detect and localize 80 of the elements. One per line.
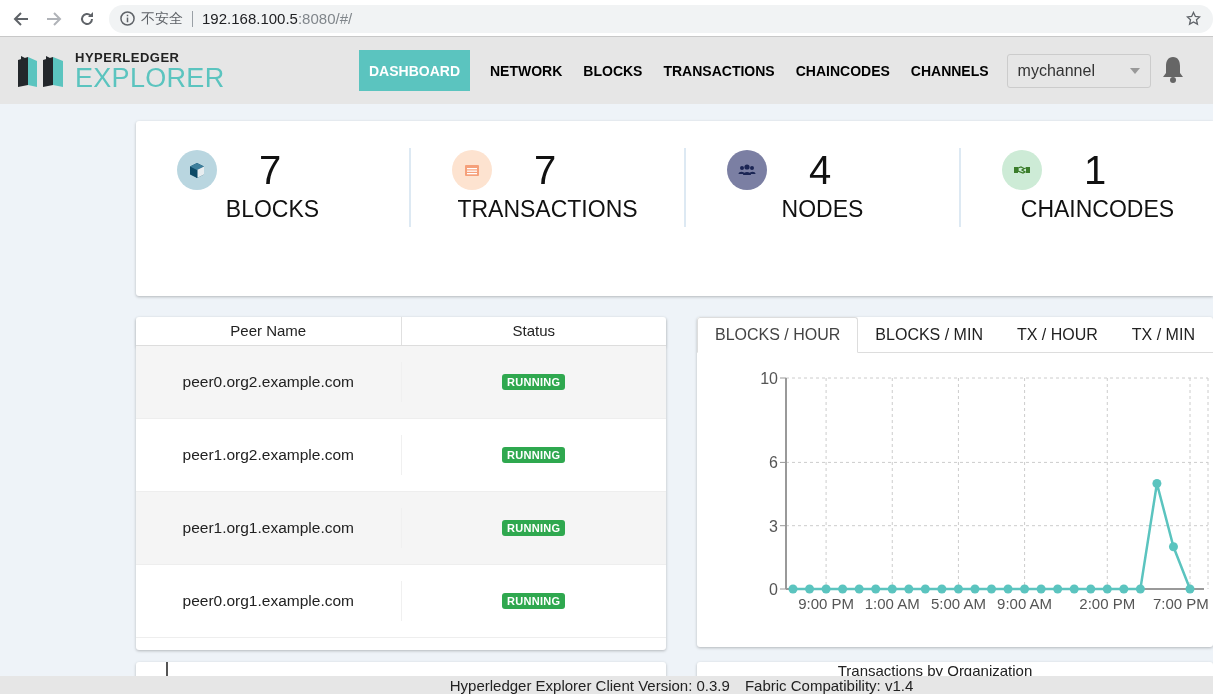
y-tick-label: 6 — [769, 454, 778, 472]
column-header: Status — [400, 317, 666, 345]
y-tick-label: 10 — [760, 370, 778, 387]
data-point — [1168, 542, 1178, 552]
peer-name: peer0.org2.example.com — [182, 373, 354, 391]
chart-tab[interactable]: BLOCKS / HOUR — [697, 317, 859, 353]
version-text: Hyperledger Explorer Client Version: 0.3.9 — [449, 676, 730, 694]
data-point — [805, 584, 815, 594]
chart-tab[interactable]: TX / MIN — [1114, 317, 1212, 352]
data-point — [1086, 584, 1096, 594]
x-tick-label: 7:00 PM — [1152, 595, 1209, 612]
y-tick-label: 3 — [769, 517, 778, 535]
x-tick-label: 2:00 PM — [1079, 595, 1136, 612]
status-badge: RUNNING — [502, 374, 566, 390]
nav-tab[interactable]: BLOCKS — [573, 50, 653, 91]
info-icon — [120, 11, 135, 26]
data-point — [1135, 584, 1145, 594]
security-label: 不安全 — [141, 9, 183, 28]
stat-count: 7 — [532, 147, 558, 193]
compatibility-text: Fabric Compatibility: v1.4 — [744, 676, 914, 694]
data-point — [887, 584, 897, 594]
data-point — [1069, 584, 1079, 594]
peer-name: peer0.org1.example.com — [182, 592, 354, 610]
stat-label: NODES — [780, 196, 865, 223]
data-point — [1003, 584, 1013, 594]
stat-label: BLOCKS — [224, 196, 321, 223]
chaincodes-stat-icon — [1002, 150, 1042, 190]
back-arrow-icon[interactable] — [13, 10, 29, 27]
nav-tab[interactable]: NETWORK — [480, 50, 573, 91]
channel-select[interactable]: mychannel — [1006, 53, 1151, 88]
data-point — [1185, 584, 1195, 594]
data-point — [821, 584, 831, 594]
data-point — [1036, 584, 1046, 594]
chart-tab[interactable]: BLOCKS / MIN — [858, 317, 1000, 352]
x-tick-label: 1:00 AM — [864, 595, 920, 612]
bell-icon[interactable] — [1162, 54, 1183, 83]
caret-icon — [1129, 67, 1140, 74]
star-icon[interactable] — [1186, 11, 1201, 26]
nav-tab[interactable]: TRANSACTIONS — [653, 50, 785, 91]
stat-label: TRANSACTIONS — [456, 196, 639, 223]
nav-tab[interactable]: CHAINCODES — [785, 50, 900, 91]
transactions-stat-icon — [452, 150, 492, 190]
peer-name: peer1.org1.example.com — [182, 519, 354, 537]
data-point — [987, 584, 996, 594]
blocks-stat-icon — [177, 150, 217, 190]
url-text: 192.168.100.5:8080/#/ — [202, 10, 353, 27]
column-header: Peer Name — [229, 321, 308, 341]
data-point — [1053, 584, 1063, 594]
nodes-stat-icon — [727, 150, 767, 190]
nav-tab[interactable]: CHANNELS — [900, 50, 999, 91]
data-point — [1102, 584, 1112, 594]
stat-count: 4 — [807, 147, 833, 193]
peer-name: peer1.org2.example.com — [182, 446, 354, 464]
logo-text: HYPERLEDGER — [75, 50, 181, 65]
data-point — [854, 584, 864, 594]
status-badge: RUNNING — [502, 447, 566, 463]
address-bar[interactable]: 不安全 192.168.100.5:8080/#/ — [109, 4, 1213, 33]
data-point — [1152, 479, 1162, 488]
data-point — [871, 584, 881, 594]
x-tick-label: 9:00 AM — [997, 595, 1053, 612]
y-tick-label: 0 — [769, 581, 778, 598]
chart-tab[interactable]: TX / HOUR — [999, 317, 1115, 352]
data-point — [937, 584, 947, 594]
stat-count: 1 — [1082, 147, 1108, 193]
stat-count: 7 — [257, 147, 283, 193]
data-point — [970, 584, 980, 594]
status-badge: RUNNING — [502, 520, 566, 536]
x-tick-label: 5:00 AM — [930, 595, 986, 612]
data-point — [1119, 584, 1129, 594]
logo-text: EXPLORER — [75, 64, 225, 91]
status-badge: RUNNING — [502, 593, 566, 609]
data-point — [788, 584, 798, 594]
reload-icon[interactable] — [79, 10, 95, 27]
x-tick-label: 9:00 PM — [798, 595, 854, 612]
stat-label: CHAINCODES — [1019, 196, 1176, 223]
data-point — [838, 584, 848, 594]
data-point — [953, 584, 963, 594]
data-point — [904, 584, 914, 594]
data-point — [920, 584, 930, 594]
data-point — [1020, 584, 1030, 594]
